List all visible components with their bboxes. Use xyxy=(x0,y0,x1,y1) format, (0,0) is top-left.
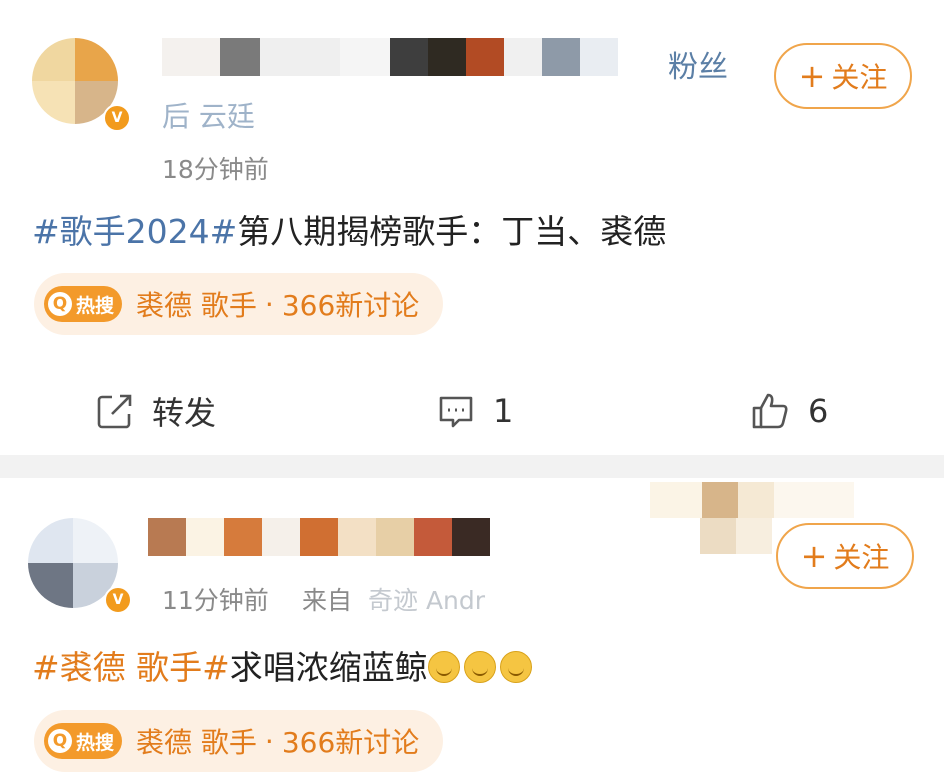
username-mosaic[interactable] xyxy=(162,38,618,76)
comment-icon xyxy=(439,396,473,428)
banner-mosaic-2 xyxy=(700,518,772,554)
hashtag-link[interactable]: #裘德 歌手# xyxy=(32,648,230,687)
post-text: 第八期揭榜歌手：丁当、裘德 xyxy=(237,212,667,251)
hot-search-tag[interactable]: Q 热搜 裘德 歌手 · 366新讨论 xyxy=(34,273,444,335)
username-line2: 后 云廷 xyxy=(162,100,255,133)
hot-search-tag[interactable]: Q 热搜 裘德 歌手 · 366新讨论 xyxy=(34,710,444,772)
hot-search-icon: Q 热搜 xyxy=(44,286,123,322)
follow-label: 关注 xyxy=(833,541,890,574)
repost-label: 转发 xyxy=(152,394,217,432)
banner-mosaic xyxy=(650,482,854,518)
like-count: 6 xyxy=(808,392,829,430)
laugh-cry-emoji-icon xyxy=(427,651,460,683)
username-suffix: 粉丝 xyxy=(668,50,728,85)
hot-badge-label: 热搜 xyxy=(76,731,115,754)
like-icon xyxy=(752,393,788,429)
repost-icon xyxy=(97,394,132,429)
hot-count: 366新讨论 xyxy=(281,726,420,759)
verified-badge-icon: V xyxy=(104,586,132,614)
like-button[interactable]: 6 xyxy=(750,388,828,434)
post-content: #裘德 歌手#求唱浓缩蓝鲸 xyxy=(32,641,536,689)
hot-topic: 裘德 歌手 xyxy=(136,726,257,759)
hot-badge-label: 热搜 xyxy=(76,294,115,317)
hot-topic: 裘德 歌手 xyxy=(136,289,257,322)
weibo-post-2: V 11分钟前 来自 奇迹 Andr + 关注 #裘德 歌手#求唱浓缩蓝鲸 Q热… xyxy=(0,478,944,780)
username-mosaic[interactable] xyxy=(148,518,490,556)
follow-button[interactable]: + 关注 xyxy=(774,43,912,109)
plus-icon: + xyxy=(800,537,828,575)
hot-count: 366新讨论 xyxy=(281,289,420,322)
laugh-cry-emoji-icon xyxy=(463,651,496,683)
follow-label: 关注 xyxy=(831,61,888,94)
post-time: 11分钟前 xyxy=(162,586,269,615)
hot-separator: · xyxy=(264,724,274,758)
follow-button[interactable]: + 关注 xyxy=(776,523,914,589)
plus-icon: + xyxy=(798,57,826,95)
repost-button[interactable]: 转发 xyxy=(96,388,216,434)
hot-separator: · xyxy=(264,287,274,321)
weibo-post-1: V 粉丝 后 云廷 18分钟前 + 关注 #歌手2024#第八期揭榜歌手：丁当、… xyxy=(0,0,944,455)
comment-count: 1 xyxy=(493,392,514,430)
hashtag-link[interactable]: #歌手2024# xyxy=(32,212,237,251)
hot-search-icon: Q 热搜 xyxy=(44,723,123,759)
post-time: 18分钟前 xyxy=(162,155,269,184)
verified-badge-icon: V xyxy=(103,104,131,132)
post-divider xyxy=(0,455,944,478)
post-text: 求唱浓缩蓝鲸 xyxy=(229,648,428,687)
post-content: #歌手2024#第八期揭榜歌手：丁当、裘德 xyxy=(32,205,666,253)
laugh-cry-emoji-icon xyxy=(499,651,532,683)
comment-button[interactable]: 1 xyxy=(437,388,513,434)
post-source-prefix: 来自 xyxy=(302,586,353,615)
post-source[interactable]: 奇迹 Andr xyxy=(368,581,485,617)
